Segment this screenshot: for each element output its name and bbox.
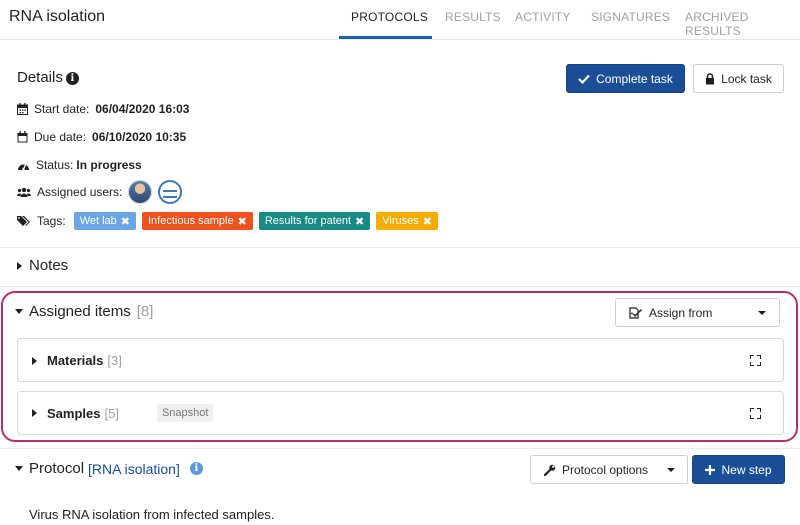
materials-panel[interactable]: Materials [3] [17,338,784,382]
expand-icon[interactable] [750,408,761,419]
protocol-description: Virus RNA isolation from infected sample… [29,507,275,522]
assigned-items-toggle[interactable]: Assigned items [8] [15,303,153,320]
tags-icon [17,216,30,226]
materials-toggle[interactable]: Materials [3] [32,353,122,368]
plus-icon [705,464,716,475]
tag-wet-lab[interactable]: Wet lab ✖ [73,212,136,230]
samples-title: Samples [47,405,101,421]
complete-task-label: Complete task [596,71,673,86]
assigned-users-label: Assigned users: [37,185,123,199]
protocol-title: Protocol [29,460,85,477]
start-date-label: Start date: [34,102,90,116]
tag-infectious-sample[interactable]: Infectious sample ✖ [142,212,253,230]
signature-icon [629,306,642,319]
users-icon [17,187,31,197]
chevron-down-icon [667,468,675,472]
tab-signatures[interactable]: SIGNATURES [591,10,670,24]
complete-task-button[interactable]: Complete task [566,64,685,93]
top-bar: RNA isolation PROTOCOLS RESULTS ACTIVITY… [0,0,800,40]
wrench-icon [544,464,556,476]
caret-right-icon [32,356,37,365]
close-icon[interactable]: ✖ [355,215,364,228]
due-date-value: 06/10/2020 10:35 [92,130,187,144]
tag-label: Infectious sample [148,215,234,227]
status-row: Status: In progress [17,158,142,172]
divider [0,286,800,287]
start-date-value: 06/04/2020 16:03 [95,102,190,116]
protocol-options-label: Protocol options [562,462,649,477]
avatar[interactable] [128,180,153,204]
snapshot-badge: Snapshot [156,404,214,422]
tag-label: Viruses [382,215,419,227]
tags-label: Tags: [37,214,66,228]
caret-right-icon [17,261,22,270]
info-icon[interactable]: i [189,462,203,475]
assigned-items-count: [8] [136,303,154,320]
expand-icon[interactable] [750,355,761,366]
samples-count: [5] [104,405,119,421]
close-icon[interactable]: ✖ [238,215,247,228]
assign-from-dropdown[interactable]: Assign from [615,298,780,327]
materials-count: [3] [107,353,122,368]
active-tab-indicator [339,36,432,39]
divider [0,247,800,248]
lock-task-label: Lock task [721,71,772,86]
protocol-link[interactable]: [RNA isolation] [88,461,180,477]
close-icon[interactable]: ✖ [423,215,432,228]
details-heading: Details i [17,69,79,86]
notes-toggle[interactable]: Notes [17,257,68,274]
tag-label: Results for patent [264,215,352,227]
caret-down-icon [15,466,23,471]
calendar-check-icon [17,131,28,143]
protocol-options-dropdown[interactable]: Protocol options [530,455,688,484]
status-value: In progress [76,158,142,172]
page-title: RNA isolation [9,8,106,25]
avatar[interactable] [158,180,183,204]
tab-protocols[interactable]: PROTOCOLS [351,10,428,24]
details-title: Details [17,69,63,86]
check-icon [578,74,590,84]
lock-icon [706,72,715,84]
assigned-items-title: Assigned items [29,303,131,320]
close-icon[interactable]: ✖ [121,215,130,228]
samples-toggle[interactable]: Samples [5] Snapshot [32,404,214,422]
start-date-row: Start date: 06/04/2020 16:03 [17,102,189,116]
tab-results[interactable]: RESULTS [445,10,501,24]
caret-down-icon [15,309,23,314]
new-step-button[interactable]: New step [692,455,785,484]
materials-title: Materials [47,353,104,368]
info-icon[interactable]: i [65,72,79,85]
status-label: Status: [36,158,74,172]
assigned-users-row: Assigned users: [17,180,183,204]
new-step-label: New step [721,462,772,477]
divider [0,448,800,449]
assign-from-label: Assign from [649,305,713,320]
gauge-icon [18,163,29,170]
notes-title: Notes [29,257,69,274]
tag-viruses[interactable]: Viruses ✖ [376,212,438,230]
tag-results-for-patent[interactable]: Results for patent ✖ [258,212,371,230]
protocol-toggle[interactable]: Protocol [RNA isolation] i [15,460,203,477]
tab-archived-results[interactable]: ARCHIVED RESULTS [685,10,800,38]
caret-right-icon [32,409,37,417]
due-date-label: Due date: [34,130,87,144]
tag-label: Wet lab [79,215,117,227]
due-date-row: Due date: 06/10/2020 10:35 [17,130,186,144]
tags-row: Tags: Wet lab ✖ Infectious sample ✖ Result… [17,212,438,230]
chevron-down-icon [758,311,766,315]
lock-task-button[interactable]: Lock task [693,64,784,93]
calendar-icon [17,103,28,115]
samples-panel[interactable]: Samples [5] Snapshot [17,391,784,435]
tab-activity[interactable]: ACTIVITY [515,10,571,24]
